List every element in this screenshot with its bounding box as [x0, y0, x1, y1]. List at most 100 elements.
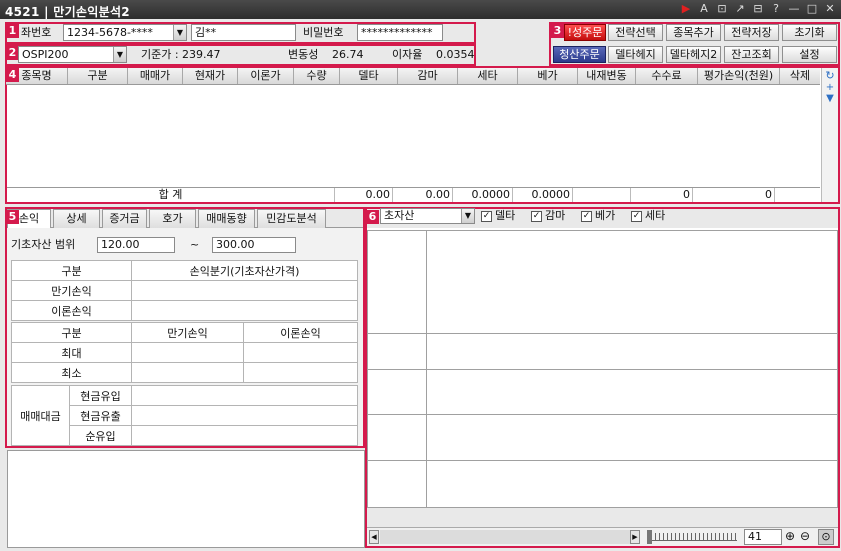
maximize-icon[interactable]: □ [805, 2, 819, 15]
total-label: 합 계 [7, 188, 335, 202]
col-header: 베가 [518, 68, 578, 84]
breakeven-table: 구분 손익분기(기초자산가격) 만기손익 이론손익 [11, 260, 358, 321]
close-icon[interactable]: ✕ [823, 2, 837, 15]
refresh-icon[interactable]: ↻ [822, 69, 838, 82]
password-label: 비밀번호 [303, 26, 344, 39]
table-row-label: 이론손익 [11, 300, 132, 321]
total-gamma: 0.00 [393, 188, 453, 202]
chevron-down-icon[interactable]: ▼ [461, 209, 474, 223]
liquidate-order-button[interactable]: 청산주문 [553, 46, 606, 63]
delta-hedge-button[interactable]: 델타헤지 [608, 46, 663, 63]
product-value: OSPI200 [22, 48, 69, 61]
zoom-out-icon[interactable]: ⊖ [800, 529, 810, 543]
chevron-down-icon[interactable]: ▼ [173, 25, 186, 40]
total-delete [775, 188, 815, 202]
delta-checkbox[interactable]: ✓ 델타 [481, 207, 515, 224]
col-header: 구분 [68, 68, 128, 84]
add-row-icon[interactable]: + [822, 82, 838, 93]
scroll-left-icon[interactable]: ◀ [369, 530, 379, 544]
section-6-badge: 6 [366, 210, 379, 224]
col-header: 삭제 [789, 69, 811, 82]
zoom-in-icon[interactable]: ⊕ [785, 529, 795, 543]
chart-axis-pane [367, 460, 427, 508]
chart-axis-pane [367, 414, 427, 461]
screen-icon[interactable]: ⊡ [715, 2, 729, 15]
col-header: 세타 [458, 68, 518, 84]
table-row-label: 최소 [11, 362, 132, 383]
product-select[interactable]: OSPI200 ▼ [18, 46, 127, 63]
vega-label: 베가 [595, 209, 616, 222]
arrow-down-icon[interactable]: ▼ [822, 93, 838, 104]
link-icon[interactable]: ↗ [733, 2, 747, 15]
chart-basis-select[interactable]: 초자산 ▼ [380, 208, 475, 224]
col-header: 현재가 [183, 68, 238, 84]
total-fee: 0 [631, 188, 693, 202]
gamma-checkbox[interactable]: ✓ 감마 [531, 207, 565, 224]
tab-quote[interactable]: 호가 [149, 209, 196, 228]
chevron-down-icon[interactable]: ▼ [113, 47, 126, 62]
range-to-input[interactable]: 300.00 [212, 237, 296, 253]
chart-axis-pane [367, 369, 427, 415]
tab-margin[interactable]: 증거금 [102, 209, 147, 228]
check-icon[interactable]: ✓ [481, 210, 492, 222]
section-4-badge: 4 [6, 68, 19, 82]
total-iv [573, 188, 631, 202]
table-row-label: 현금유입 [69, 385, 132, 406]
range-from-input[interactable]: 120.00 [97, 237, 175, 253]
scroll-right-icon[interactable]: ▶ [630, 530, 640, 544]
balance-inquiry-button[interactable]: 잔고조회 [724, 46, 779, 63]
col-header: 수량 [294, 68, 340, 84]
total-pnl: 0 [693, 188, 775, 202]
interest-label: 이자율 [392, 48, 423, 61]
zoom-input[interactable]: 41 [744, 529, 782, 545]
screen-title: 만기손익분석2 [53, 5, 130, 19]
col-header: 델타 [340, 68, 398, 84]
range-separator: ~ [190, 238, 200, 251]
delta-hedge2-button[interactable]: 델타헤지2 [666, 46, 721, 63]
strategy-select-button[interactable]: 전략선택 [608, 24, 663, 41]
save-strategy-button[interactable]: 전략저장 [724, 24, 779, 41]
table-header: 구분 [11, 260, 132, 281]
total-theta: 0.0000 [453, 188, 513, 202]
password-input[interactable]: ************* [357, 24, 443, 41]
col-header: 매매가 [128, 68, 183, 84]
tab-trade-trend[interactable]: 매매동향 [198, 209, 255, 228]
vega-checkbox[interactable]: ✓ 베가 [581, 207, 615, 224]
play-icon[interactable]: ▶ [679, 2, 693, 15]
theta-label: 세타 [645, 209, 666, 222]
font-icon[interactable]: A [697, 2, 711, 15]
table-row-label: 순유입 [69, 425, 132, 446]
zoom-reset-icon[interactable]: ⊙ [818, 529, 834, 545]
print-icon[interactable]: ⊟ [751, 2, 765, 15]
title-bar: 4521 | 만기손익분석2 ▶ A ⊡ ↗ ⊟ ? — □ ✕ [0, 0, 841, 19]
add-item-button[interactable]: 종목추가 [666, 24, 721, 41]
col-header: 평가손익(천원) [698, 68, 780, 84]
table-cell [131, 425, 358, 446]
new-order-button[interactable]: !성주문 [564, 24, 606, 41]
tab-detail[interactable]: 상세 [53, 209, 100, 228]
help-icon[interactable]: ? [769, 2, 783, 15]
chart-pane [426, 333, 838, 370]
check-icon[interactable]: ✓ [631, 210, 642, 222]
zoom-slider-handle[interactable] [647, 530, 652, 544]
trade-amount-table: 매매대금 현금유입 현금유출 순유입 [11, 385, 358, 446]
account-value: 1234-5678-**** [67, 26, 153, 39]
minimize-icon[interactable]: — [787, 2, 801, 15]
theta-checkbox[interactable]: ✓ 세타 [631, 207, 665, 224]
table-cell [131, 300, 358, 321]
settings-button[interactable]: 설정 [782, 46, 837, 63]
chart-toolbar: ◀ ▶ 41 ⊕ ⊖ ⊙ [367, 527, 838, 546]
table-header: 만기손익 [131, 322, 244, 343]
zoom-slider[interactable] [647, 533, 737, 541]
table-row-label: 최대 [11, 342, 132, 363]
chart-scrollbar[interactable] [380, 530, 630, 544]
check-icon[interactable]: ✓ [531, 210, 542, 222]
col-header: 감마 [398, 68, 458, 84]
table-cell [131, 362, 244, 383]
reset-button[interactable]: 초기화 [782, 24, 837, 41]
account-select[interactable]: 1234-5678-**** ▼ [63, 24, 187, 41]
check-icon[interactable]: ✓ [581, 210, 592, 222]
col-header: 이론가 [238, 68, 294, 84]
grid-side-panel: ↻ + ▼ [821, 68, 838, 202]
tab-sensitivity[interactable]: 민감도분석 [257, 209, 326, 228]
